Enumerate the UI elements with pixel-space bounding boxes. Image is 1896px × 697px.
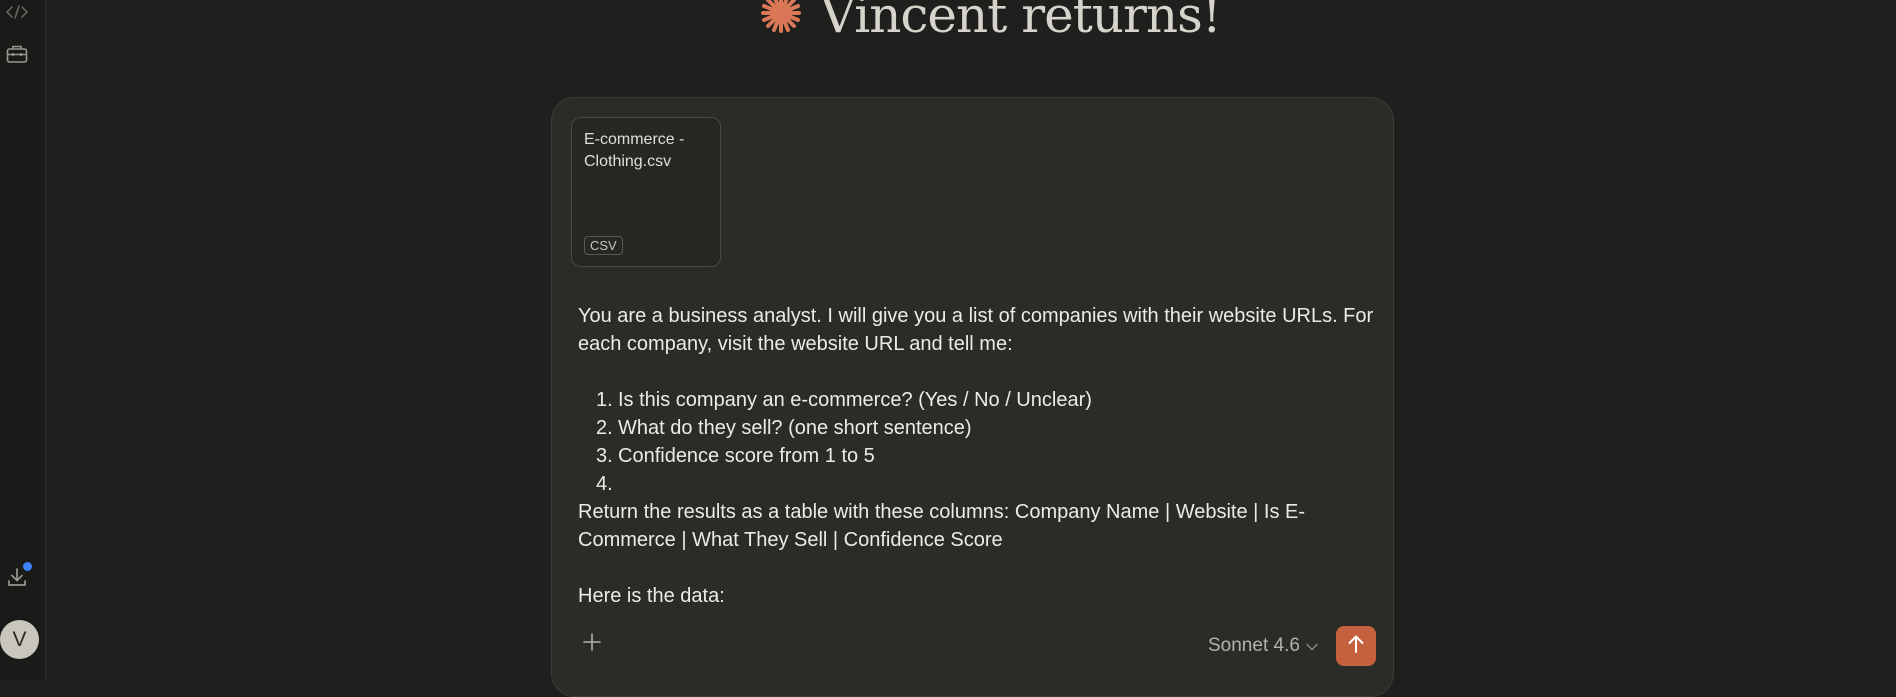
attachment-card[interactable]: E-commerce - Clothing.csv CSV [571, 117, 721, 267]
arrow-up-icon [1347, 634, 1365, 658]
prompt-intro: You are a business analyst. I will give … [578, 305, 1374, 355]
list-item: 1. Is this company an e-commerce? (Yes / … [596, 389, 1092, 411]
greeting-title: Vincent returns! [820, 0, 1222, 44]
prompt-list: 1. Is this company an e-commerce? (Yes / … [578, 386, 1378, 498]
list-item: 4. [596, 473, 613, 495]
notification-dot [23, 562, 32, 571]
list-item: 2. What do they sell? (one short sentence… [596, 417, 972, 439]
download-icon[interactable] [5, 562, 32, 589]
prompt-data-line: Here is the data: [578, 585, 725, 607]
model-label: Sonnet 4.6 [1208, 635, 1300, 656]
prompt-input[interactable]: You are a business analyst. I will give … [578, 302, 1378, 610]
greeting: Vincent returns! [760, 0, 1222, 44]
toolbox-icon[interactable] [5, 42, 29, 66]
attachment-filename: E-commerce - Clothing.csv [584, 131, 685, 170]
avatar[interactable]: V [0, 620, 39, 659]
code-icon[interactable] [5, 0, 29, 24]
model-selector[interactable]: Sonnet 4.6 [1208, 634, 1318, 658]
plus-icon [582, 632, 602, 656]
attachment-type-badge: CSV [584, 236, 623, 255]
list-item: 3. Confidence score from 1 to 5 [596, 445, 875, 467]
chevron-down-icon [1306, 635, 1318, 657]
send-button[interactable] [1336, 626, 1376, 666]
message-composer: E-commerce - Clothing.csv CSV You are a … [551, 97, 1394, 697]
prompt-return-line: Return the results as a table with these… [578, 501, 1306, 551]
sparkle-icon [760, 0, 802, 38]
avatar-initial: V [12, 627, 27, 651]
sidebar: V [0, 0, 46, 679]
add-attachment-button[interactable] [577, 629, 607, 659]
